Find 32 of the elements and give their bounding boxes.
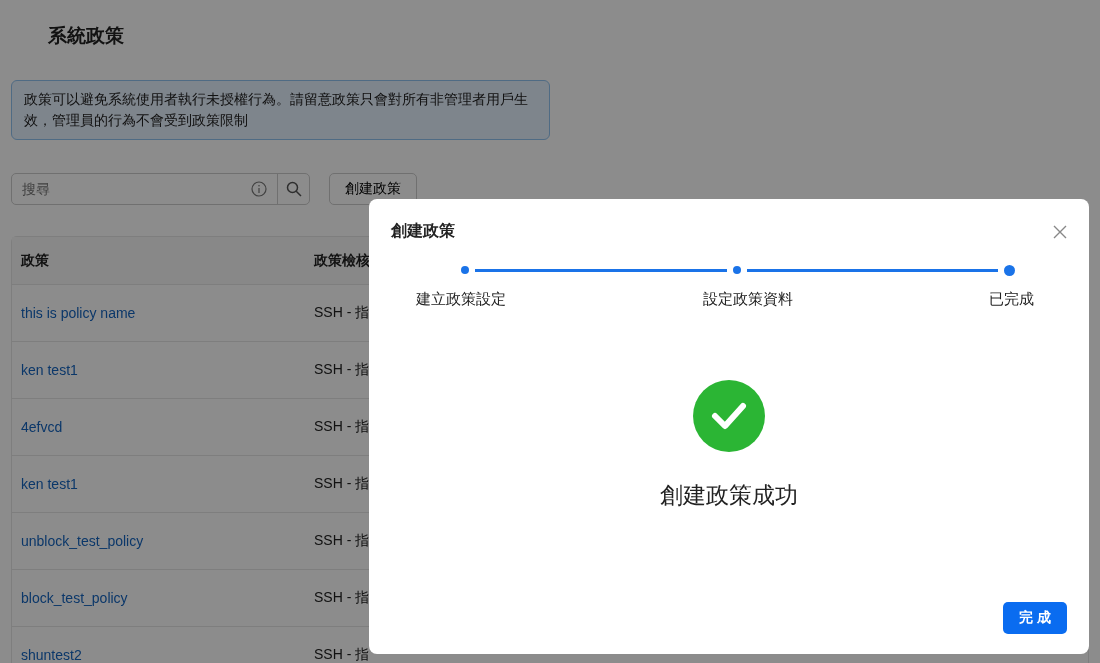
policy-link[interactable]: ken test1 <box>12 476 78 492</box>
policy-link[interactable]: 4efvcd <box>12 419 63 435</box>
table-cell-text: SSH - 指 <box>313 304 370 322</box>
policy-link[interactable]: shuntest2 <box>12 647 82 663</box>
dialog-title: 創建政策 <box>391 221 455 241</box>
search-field[interactable]: 搜尋 <box>11 173 310 205</box>
page-title: 系統政策 <box>48 24 124 48</box>
table-cell-text: SSH - 指 <box>313 475 370 493</box>
table-cell-text: SSH - 指 <box>313 532 370 550</box>
step-label: 已完成 <box>989 290 1034 309</box>
close-button[interactable] <box>1053 224 1067 239</box>
success-message: 創建政策成功 <box>660 481 798 510</box>
policy-link[interactable]: ken test1 <box>12 362 78 378</box>
done-button[interactable]: 完 成 <box>1003 602 1067 634</box>
table-cell-text: SSH - 指 <box>313 589 370 607</box>
create-policy-button[interactable]: 創建政策 <box>329 173 417 205</box>
policy-link[interactable]: block_test_policy <box>12 590 128 606</box>
info-icon <box>251 181 267 197</box>
search-input[interactable]: 搜尋 <box>12 174 251 204</box>
info-notice: 政策可以避免系統使用者執行未授權行為。請留意政策只會對所有非管理者用戶生效，管理員的行為不會受到政策限制 <box>11 80 550 140</box>
close-icon <box>1053 224 1067 239</box>
table-cell-text: SSH - 指 <box>313 646 370 663</box>
policy-link[interactable]: unblock_test_policy <box>12 533 144 549</box>
success-check-icon <box>693 380 765 452</box>
column-header: 政策檢核 <box>313 251 371 270</box>
table-cell-text: SSH - 指 <box>313 418 370 436</box>
step-label: 建立政策設定 <box>416 290 506 309</box>
table-cell-text: SSH - 指 <box>313 361 370 379</box>
step-label: 設定政策資料 <box>702 290 793 309</box>
search-icon <box>285 181 302 197</box>
column-header: 政策 <box>20 251 50 270</box>
policy-link[interactable]: this is policy name <box>12 305 136 321</box>
